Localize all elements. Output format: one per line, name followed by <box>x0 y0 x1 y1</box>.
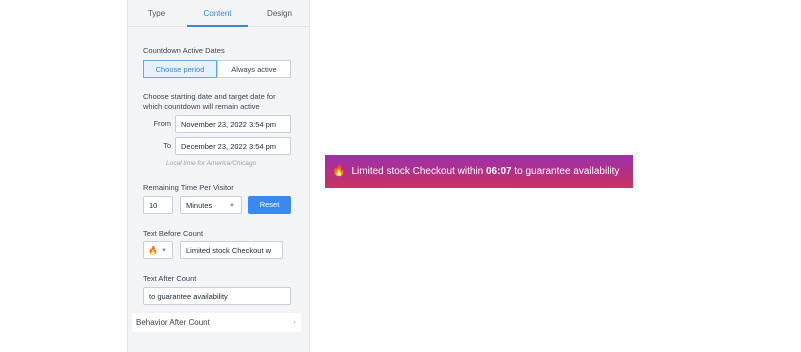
countdown-preview-banner: 🔥 Limited stock Checkout within 06:07 to… <box>325 155 633 188</box>
behavior-after-count-section[interactable]: Behavior After Count › <box>132 313 301 332</box>
to-date-field[interactable]: December 23, 2022 3:54 pm <box>175 137 291 155</box>
tab-content[interactable]: Content <box>187 0 248 27</box>
text-before-input[interactable]: Limited stock Checkout w <box>180 241 283 259</box>
remaining-time-label: Remaining Time Per Visitor <box>143 183 234 192</box>
tab-type[interactable]: Type <box>128 0 185 26</box>
countdown-description: Choose starting date and target date for… <box>143 92 276 111</box>
time-amount-input[interactable]: 10 <box>143 196 173 214</box>
preview-text-before: Limited stock Checkout within <box>351 166 484 177</box>
tab-design[interactable]: Design <box>250 0 309 26</box>
to-label: To <box>163 141 171 150</box>
text-before-label: Text Before Count <box>143 229 204 238</box>
time-unit-value: Minutes <box>186 201 213 210</box>
chevron-down-icon: ▼ <box>161 248 167 254</box>
from-label: From <box>153 119 172 128</box>
text-after-input[interactable]: to guarantee availability <box>143 287 291 305</box>
countdown-dates-label: Countdown Active Dates <box>143 46 225 55</box>
reset-button[interactable]: Reset <box>248 196 291 214</box>
fire-icon: 🔥 <box>332 165 346 177</box>
text-after-label: Text After Count <box>143 274 197 283</box>
chevron-down-icon: ▼ <box>229 203 235 209</box>
fire-icon: 🔥 <box>148 246 158 255</box>
behavior-after-count-label: Behavior After Count <box>136 318 210 327</box>
always-active-button[interactable]: Always active <box>217 60 291 78</box>
time-unit-select[interactable]: Minutes ▼ <box>180 196 242 214</box>
timezone-note: Local time for America/Chicago <box>166 160 257 167</box>
icon-picker[interactable]: 🔥 ▼ <box>143 241 173 259</box>
preview-countdown: 06:07 <box>486 166 512 177</box>
preview-text-after: to guarantee availability <box>514 166 620 177</box>
from-date-field[interactable]: November 23, 2022 3:54 pm <box>175 115 291 133</box>
chevron-right-icon: › <box>293 319 296 326</box>
tab-bar: Type Content Design <box>128 0 309 27</box>
choose-period-button[interactable]: Choose period <box>143 60 217 78</box>
